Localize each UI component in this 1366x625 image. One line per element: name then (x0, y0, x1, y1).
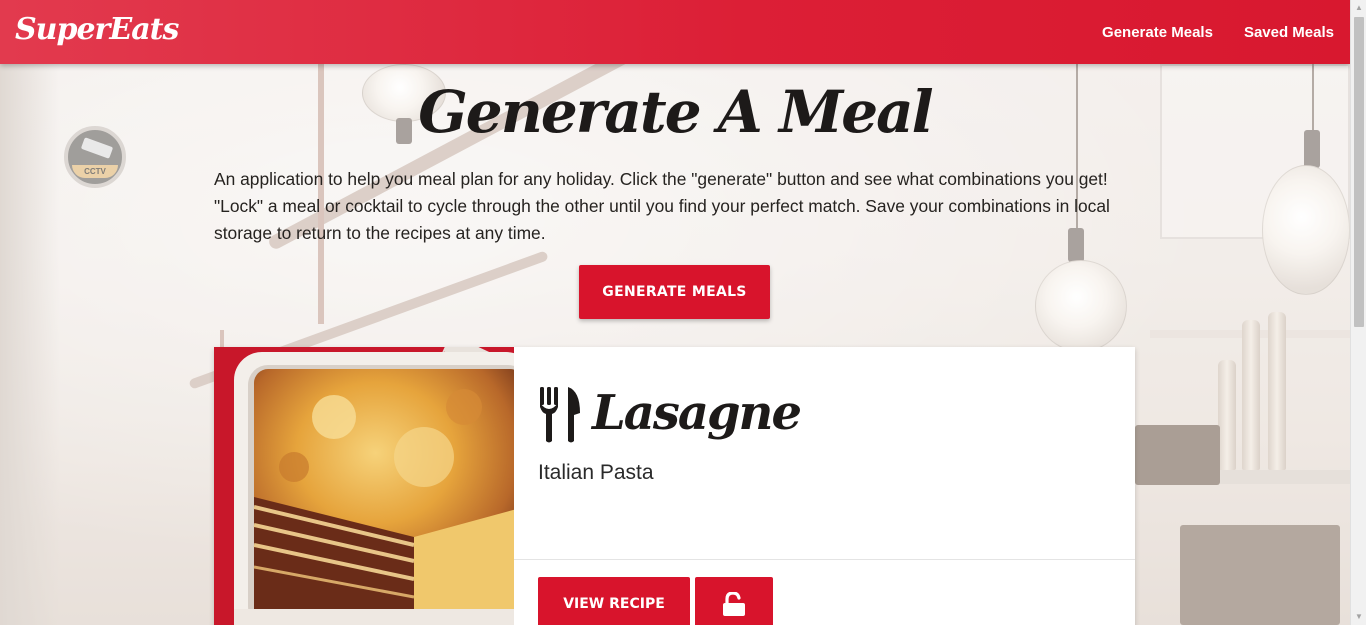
unlock-icon (723, 592, 745, 616)
nav-link-saved-meals[interactable]: Saved Meals (1244, 24, 1334, 41)
utensils-icon (540, 387, 580, 443)
meal-card-actions: VIEW RECIPE (514, 560, 1135, 625)
view-recipe-button[interactable]: VIEW RECIPE (538, 577, 690, 625)
nav-link-generate-meals[interactable]: Generate Meals (1102, 24, 1213, 41)
meal-image (214, 347, 514, 625)
brand-logo[interactable]: SuperEats (15, 12, 179, 47)
scroll-thumb[interactable] (1354, 17, 1364, 327)
page-scrollbar[interactable]: ▲ ▼ (1350, 0, 1366, 625)
generate-meals-button[interactable]: GENERATE MEALS (579, 265, 770, 319)
page-title: Generate A Meal (418, 78, 933, 146)
meal-name: Lasagne (592, 385, 802, 441)
navbar: SuperEats Generate Meals Saved Meals (0, 0, 1350, 64)
meal-category: Italian Pasta (538, 461, 654, 484)
nav-links: Generate Meals Saved Meals (1071, 0, 1334, 64)
scroll-down-arrow-icon[interactable]: ▼ (1351, 609, 1366, 625)
meal-card: Lasagne Italian Pasta VIEW RECIPE (214, 347, 1135, 625)
intro-text: An application to help you meal plan for… (214, 169, 1110, 243)
scroll-up-arrow-icon[interactable]: ▲ (1351, 0, 1366, 16)
lock-meal-button[interactable] (695, 577, 773, 625)
meal-card-content: Lasagne Italian Pasta (514, 347, 1135, 560)
